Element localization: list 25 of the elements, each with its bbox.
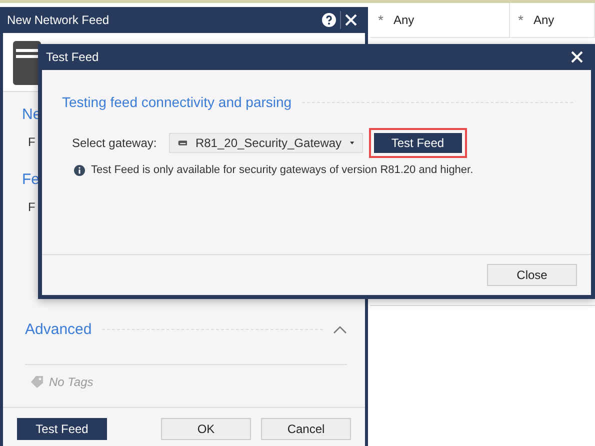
- gateway-icon: [178, 139, 188, 147]
- section-heading: Fe: [22, 171, 40, 188]
- field-label: Select gateway:: [72, 136, 157, 150]
- window-title: Test Feed: [46, 50, 100, 64]
- section-heading: Testing feed connectivity and parsing: [62, 94, 292, 110]
- gateway-dropdown[interactable]: R81_20_Security_Gateway: [168, 133, 363, 153]
- tag-icon: [31, 376, 43, 388]
- table-cell: * Any: [510, 3, 595, 38]
- dialog-button[interactable]: OK: [161, 418, 251, 440]
- chevron-icon[interactable]: [333, 326, 347, 334]
- field-label: F: [28, 200, 36, 214]
- close-icon: [571, 51, 583, 63]
- field-label: F: [28, 135, 36, 149]
- close-icon: [345, 14, 357, 26]
- dialog-button[interactable]: Test Feed: [17, 418, 107, 440]
- close-dialog-button[interactable]: Close: [487, 264, 577, 286]
- test-feed-button[interactable]: Test Feed: [372, 132, 463, 154]
- info-text: Test Feed is only available for security gateways of version R81.20 and higher.: [91, 164, 474, 176]
- caret-icon: [350, 141, 354, 145]
- dialog-button[interactable]: Cancel: [261, 418, 351, 440]
- section-heading: Advanced: [25, 321, 92, 338]
- table-cell: * Any: [370, 3, 510, 38]
- info-icon: [74, 164, 85, 176]
- window-title: New Network Feed: [7, 13, 110, 27]
- tags-text: No Tags: [49, 375, 94, 389]
